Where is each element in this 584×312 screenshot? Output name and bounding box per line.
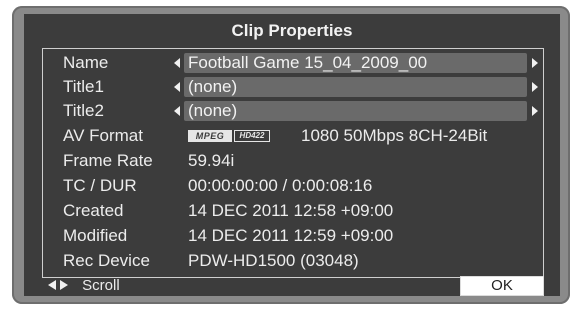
created-value: 14 DEC 2011 12:58 +09:00 bbox=[188, 201, 394, 220]
name-next-icon[interactable] bbox=[532, 58, 538, 68]
title2-label: Title2 bbox=[63, 101, 104, 120]
title1-prev-icon[interactable] bbox=[174, 82, 180, 92]
av-format-label: AV Format bbox=[63, 126, 143, 145]
left-right-arrows-icon bbox=[48, 279, 72, 291]
property-row-rec-device: Rec Device PDW-HD1500 (03048) bbox=[43, 249, 543, 273]
title2-value: (none) bbox=[188, 101, 238, 120]
title2-field[interactable]: (none) bbox=[184, 101, 527, 121]
property-row-created: Created 14 DEC 2011 12:58 +09:00 bbox=[43, 199, 543, 223]
properties-panel: Name Football Game 15_04_2009_00 Title1 … bbox=[42, 48, 544, 278]
modified-label: Modified bbox=[63, 226, 128, 245]
av-format-value: 1080 50Mbps 8CH-24Bit bbox=[301, 126, 488, 145]
title1-field[interactable]: (none) bbox=[184, 77, 527, 97]
dialog-footer: Scroll OK bbox=[24, 276, 560, 296]
mpeg-logo-icon: MPEG bbox=[188, 130, 232, 142]
property-row-av-format: AV Format MPEG HD422 1080 50Mbps 8CH-24B… bbox=[43, 124, 543, 148]
arrow-left-icon bbox=[48, 279, 56, 290]
rec-device-value: PDW-HD1500 (03048) bbox=[188, 251, 359, 270]
scroll-hint: Scroll bbox=[48, 276, 120, 296]
title1-value: (none) bbox=[188, 77, 238, 96]
scroll-label: Scroll bbox=[82, 277, 120, 294]
created-label: Created bbox=[63, 201, 124, 220]
property-row-frame-rate: Frame Rate 59.94i bbox=[43, 149, 543, 173]
tc-dur-value: 00:00:00:00 / 0:00:08:16 bbox=[188, 176, 373, 195]
property-row-title1: Title1 (none) bbox=[43, 75, 543, 99]
property-row-name: Name Football Game 15_04_2009_00 bbox=[43, 51, 543, 75]
frame-rate-label: Frame Rate bbox=[63, 151, 153, 170]
hd422-logo-icon: HD422 bbox=[234, 130, 270, 142]
property-row-tc-dur: TC / DUR 00:00:00:00 / 0:00:08:16 bbox=[43, 174, 543, 198]
clip-properties-dialog: Clip Properties Name Football Game 15_04… bbox=[24, 14, 560, 296]
name-value: Football Game 15_04_2009_00 bbox=[188, 53, 428, 72]
property-row-modified: Modified 14 DEC 2011 12:59 +09:00 bbox=[43, 224, 543, 248]
modified-value: 14 DEC 2011 12:59 +09:00 bbox=[188, 226, 394, 245]
title1-next-icon[interactable] bbox=[532, 82, 538, 92]
name-label: Name bbox=[63, 53, 109, 72]
title2-next-icon[interactable] bbox=[532, 106, 538, 116]
rec-device-label: Rec Device bbox=[63, 251, 150, 270]
title2-prev-icon[interactable] bbox=[174, 106, 180, 116]
name-field[interactable]: Football Game 15_04_2009_00 bbox=[184, 53, 527, 73]
property-row-title2: Title2 (none) bbox=[43, 99, 543, 123]
name-prev-icon[interactable] bbox=[174, 58, 180, 68]
dialog-title: Clip Properties bbox=[231, 21, 353, 40]
arrow-right-icon bbox=[60, 279, 68, 290]
ok-button[interactable]: OK bbox=[460, 276, 544, 296]
frame-rate-value: 59.94i bbox=[188, 151, 235, 170]
title1-label: Title1 bbox=[63, 77, 104, 96]
tc-dur-label: TC / DUR bbox=[63, 176, 137, 195]
